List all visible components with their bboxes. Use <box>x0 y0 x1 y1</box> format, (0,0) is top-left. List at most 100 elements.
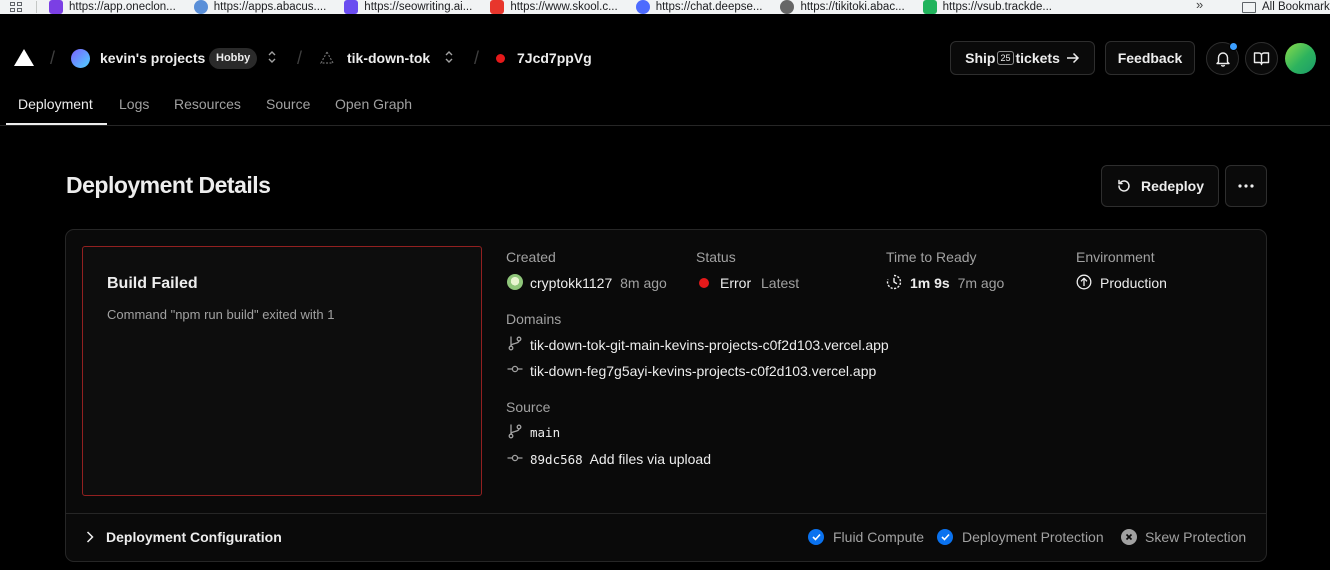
bookmarks-overflow-button[interactable]: » <box>1196 0 1203 12</box>
bookmark-favicon-icon <box>490 0 505 14</box>
bookmark-favicon-icon <box>780 0 795 14</box>
created-by-user[interactable]: cryptokk1127 8m ago <box>530 275 667 291</box>
all-bookmarks-folder[interactable]: All Bookmarks <box>1242 1 1330 13</box>
x-circle-icon <box>1121 529 1137 545</box>
created-label: Created <box>506 249 556 265</box>
deployment-id[interactable]: 7Jcd7ppVg <box>517 50 592 66</box>
check-circle-icon <box>937 529 953 545</box>
bookmark-label: https://app.oneclon... <box>69 1 176 13</box>
bookmark-label: https://seowriting.ai... <box>364 1 473 13</box>
bookmark-favicon-icon <box>922 0 937 14</box>
tab-resources[interactable]: Resources <box>174 96 241 112</box>
environment-value: Production <box>1100 275 1167 291</box>
git-branch-icon <box>508 336 522 351</box>
project-name[interactable]: tik-down-tok <box>347 50 430 66</box>
bookmark-item[interactable]: https://vsub.trackde... <box>922 0 1052 14</box>
ellipsis-icon <box>1238 184 1254 188</box>
clock-icon <box>886 274 902 290</box>
status-label: Status <box>696 249 736 265</box>
breadcrumb-separator: / <box>474 48 480 68</box>
redeploy-button[interactable]: Redeploy <box>1101 165 1219 207</box>
breadcrumb-separator: / <box>50 48 56 68</box>
source-commit[interactable]: 89dc568 Add files via upload <box>530 451 711 467</box>
bookmark-favicon-icon <box>49 0 63 14</box>
bookmarks-bar: https://app.oneclon... https://apps.abac… <box>0 0 1330 14</box>
bookmark-label: https://chat.deepse... <box>655 1 763 13</box>
feature-deployment-protection: Deployment Protection <box>962 529 1104 545</box>
notification-indicator <box>1229 42 1238 51</box>
bell-icon <box>1215 52 1230 67</box>
status-text: Error <box>720 275 752 291</box>
folder-icon <box>1242 1 1256 13</box>
git-commit-icon <box>507 365 523 373</box>
project-switcher-icon[interactable] <box>444 48 454 66</box>
vercel-logo-icon[interactable] <box>14 49 34 66</box>
bookmark-favicon-icon <box>635 0 650 14</box>
time-to-ready-value: 1m 9s 7m ago <box>910 275 1004 291</box>
bookmark-label: https://vsub.trackde... <box>942 1 1052 13</box>
all-bookmarks-label: All Bookmarks <box>1262 1 1330 13</box>
creator-username[interactable]: cryptokk1127 <box>530 275 612 291</box>
feature-skew-protection: Skew Protection <box>1145 529 1247 545</box>
bookmark-label: https://tikitoki.abac... <box>800 1 905 13</box>
team-switcher-icon[interactable] <box>267 48 277 66</box>
production-arrow-up-icon <box>1076 274 1092 290</box>
bookmark-item[interactable]: https://seowriting.ai... <box>344 0 472 14</box>
created-time-ago: 8m ago <box>620 275 667 291</box>
build-status-title: Build Failed <box>107 275 198 292</box>
arrow-right-icon <box>1066 52 1079 64</box>
more-actions-button[interactable] <box>1225 165 1267 207</box>
page-title: Deployment Details <box>66 172 271 198</box>
build-preview-panel: Build Failed Command "npm run build" exi… <box>82 246 482 496</box>
feedback-button[interactable]: Feedback <box>1105 41 1195 75</box>
ship-label: Ship <box>965 50 996 66</box>
book-open-icon <box>1253 52 1270 66</box>
apps-grid-icon[interactable] <box>10 2 22 12</box>
plan-badge: Hobby <box>209 48 258 69</box>
bookmark-favicon-icon <box>344 0 359 14</box>
git-branch-icon <box>508 424 522 439</box>
tab-source[interactable]: Source <box>266 96 310 112</box>
card-divider <box>66 513 1266 514</box>
bookmarks-separator <box>36 1 37 13</box>
deployment-configuration-toggle[interactable]: Deployment Configuration <box>106 529 282 545</box>
domain-link[interactable]: tik-down-tok-git-main-kevins-projects-c0… <box>530 337 889 353</box>
git-commit-icon <box>507 454 523 462</box>
build-error-message: Command "npm run build" exited with 1 <box>107 307 335 322</box>
project-triangle-icon <box>320 51 334 64</box>
commit-hash[interactable]: 89dc568 <box>530 452 583 467</box>
ship-tickets-button[interactable]: Ship 25 tickets <box>950 41 1095 75</box>
commit-message: Add files via upload <box>589 451 711 467</box>
team-name[interactable]: kevin's projects <box>100 50 205 66</box>
environment-label: Environment <box>1076 249 1155 265</box>
domains-label: Domains <box>506 311 562 327</box>
domain-link[interactable]: tik-down-feg7g5ayi-kevins-projects-c0f2d… <box>530 363 876 379</box>
time-to-ready-label: Time to Ready <box>886 249 977 265</box>
ready-duration: 1m 9s <box>910 275 950 291</box>
user-avatar[interactable] <box>1285 43 1316 74</box>
tab-deployment[interactable]: Deployment <box>18 96 93 112</box>
bookmark-label: https://apps.abacus.... <box>213 1 327 13</box>
bookmark-label: https://www.skool.c... <box>510 1 618 13</box>
status-value: Error Latest <box>720 275 799 291</box>
bookmark-item[interactable]: https://tikitoki.abac... <box>780 0 905 14</box>
bookmark-item[interactable]: https://chat.deepse... <box>635 0 763 14</box>
docs-button[interactable] <box>1245 42 1278 75</box>
error-status-dot <box>699 278 709 288</box>
tab-open-graph[interactable]: Open Graph <box>335 96 412 112</box>
deployment-details-card: Build Failed Command "npm run build" exi… <box>65 229 1267 562</box>
chevron-right-icon[interactable] <box>86 531 94 543</box>
redeploy-label: Redeploy <box>1140 178 1204 194</box>
bookmark-item[interactable]: https://apps.abacus.... <box>193 0 327 14</box>
deployment-tabs: Deployment Logs Resources Source Open Gr… <box>0 90 1330 126</box>
bookmark-item[interactable]: https://www.skool.c... <box>490 0 618 14</box>
deployment-status-dot <box>496 54 505 63</box>
tab-logs[interactable]: Logs <box>119 96 149 112</box>
source-branch[interactable]: main <box>530 425 560 440</box>
bookmark-item[interactable]: https://app.oneclon... <box>49 0 176 14</box>
active-tab-indicator <box>6 123 107 125</box>
redeploy-icon <box>1118 179 1130 192</box>
bookmark-favicon-icon <box>193 0 208 14</box>
check-circle-icon <box>808 529 824 545</box>
tickets-label: tickets <box>1015 50 1060 66</box>
